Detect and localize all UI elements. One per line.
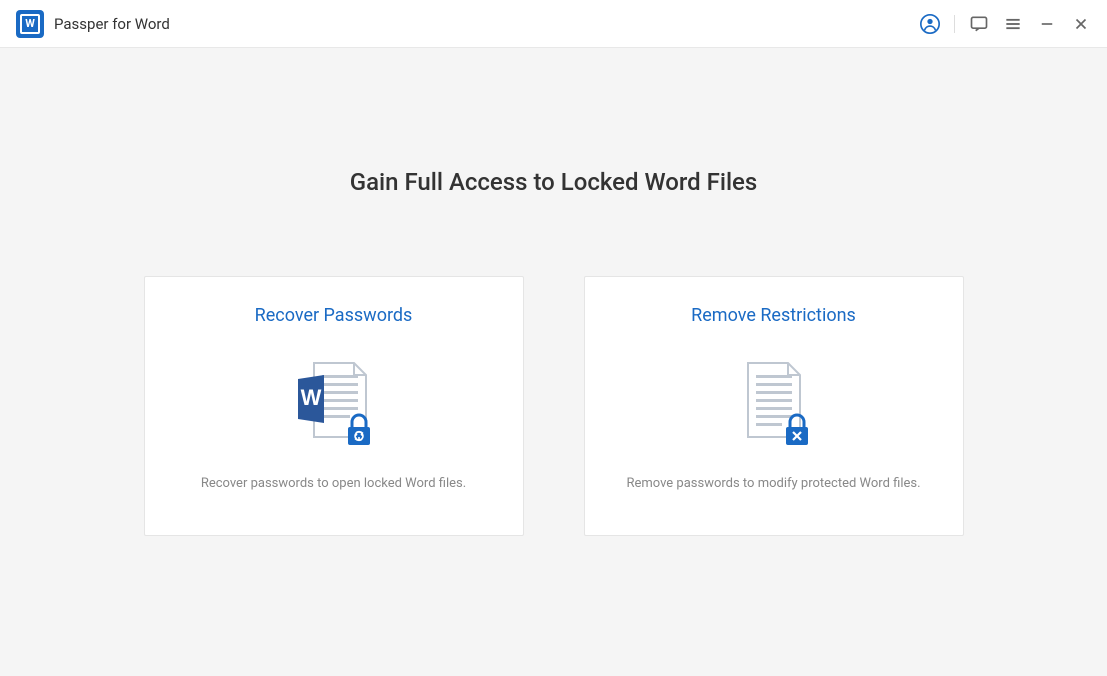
recover-card-icon: W xyxy=(279,350,389,460)
cards-container: Recover Passwords W xyxy=(144,276,964,536)
titlebar-left: W Passper for Word xyxy=(16,10,170,38)
close-icon[interactable] xyxy=(1071,14,1091,34)
recover-card-title: Recover Passwords xyxy=(255,305,413,326)
app-logo-letter: W xyxy=(20,14,40,34)
titlebar-right xyxy=(920,14,1091,34)
titlebar-divider xyxy=(954,15,955,33)
remove-card-description: Remove passwords to modify protected Wor… xyxy=(626,476,920,491)
main-content: Gain Full Access to Locked Word Files Re… xyxy=(0,48,1107,536)
menu-icon[interactable] xyxy=(1003,14,1023,34)
minimize-icon[interactable] xyxy=(1037,14,1057,34)
remove-restrictions-card[interactable]: Remove Restrictions xyxy=(584,276,964,536)
app-logo: W xyxy=(16,10,44,38)
titlebar: W Passper for Word xyxy=(0,0,1107,48)
account-icon[interactable] xyxy=(920,14,940,34)
recover-passwords-card[interactable]: Recover Passwords W xyxy=(144,276,524,536)
svg-text:W: W xyxy=(300,385,321,410)
remove-card-icon xyxy=(719,350,829,460)
app-title: Passper for Word xyxy=(54,15,170,33)
page-title: Gain Full Access to Locked Word Files xyxy=(350,168,758,196)
feedback-icon[interactable] xyxy=(969,14,989,34)
recover-card-description: Recover passwords to open locked Word fi… xyxy=(201,476,466,491)
remove-card-title: Remove Restrictions xyxy=(691,305,856,326)
